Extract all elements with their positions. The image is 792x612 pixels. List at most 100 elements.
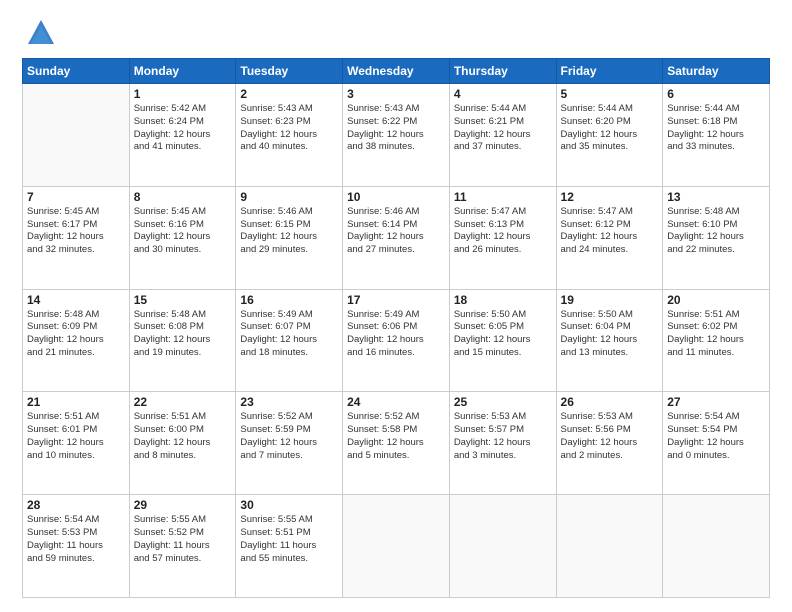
- calendar-cell: 26 Sunrise: 5:53 AM Sunset: 5:56 PM Dayli…: [556, 392, 663, 495]
- logo-icon: [26, 18, 56, 48]
- day-number: 11: [454, 190, 552, 204]
- day-number: 13: [667, 190, 765, 204]
- day-number: 26: [561, 395, 659, 409]
- calendar-cell: 12 Sunrise: 5:47 AM Sunset: 6:12 PM Dayli…: [556, 186, 663, 289]
- day-number: 10: [347, 190, 445, 204]
- calendar-cell: 18 Sunrise: 5:50 AM Sunset: 6:05 PM Dayli…: [449, 289, 556, 392]
- calendar-cell: 6 Sunrise: 5:44 AM Sunset: 6:18 PM Daylig…: [663, 84, 770, 187]
- day-info: Sunrise: 5:51 AM Sunset: 6:01 PM Dayligh…: [27, 411, 125, 462]
- day-number: 12: [561, 190, 659, 204]
- calendar-cell: 30 Sunrise: 5:55 AM Sunset: 5:51 PM Dayli…: [236, 495, 343, 598]
- weekday-header: Thursday: [449, 59, 556, 84]
- calendar-cell: 3Sunrise: 5:43 AM Sunset: 6:22 PM Daylig…: [343, 84, 450, 187]
- calendar-cell: 25 Sunrise: 5:53 AM Sunset: 5:57 PM Dayli…: [449, 392, 556, 495]
- day-info: Sunrise: 5:51 AM Sunset: 6:00 PM Dayligh…: [134, 411, 232, 462]
- day-number: 4: [454, 87, 552, 101]
- day-number: 14: [27, 293, 125, 307]
- calendar-cell: 29Sunrise: 5:55 AM Sunset: 5:52 PM Dayli…: [129, 495, 236, 598]
- calendar-cell: 1 Sunrise: 5:42 AM Sunset: 6:24 PM Daylig…: [129, 84, 236, 187]
- day-info: Sunrise: 5:55 AM Sunset: 5:51 PM Dayligh…: [240, 514, 338, 565]
- day-info: Sunrise: 5:50 AM Sunset: 6:05 PM Dayligh…: [454, 309, 552, 360]
- day-info: Sunrise: 5:55 AM Sunset: 5:52 PM Dayligh…: [134, 514, 232, 565]
- day-info: Sunrise: 5:44 AM Sunset: 6:18 PM Dayligh…: [667, 103, 765, 154]
- day-number: 16: [240, 293, 338, 307]
- weekday-header: Sunday: [23, 59, 130, 84]
- calendar-cell: 20 Sunrise: 5:51 AM Sunset: 6:02 PM Dayli…: [663, 289, 770, 392]
- day-info: Sunrise: 5:42 AM Sunset: 6:24 PM Dayligh…: [134, 103, 232, 154]
- day-info: Sunrise: 5:47 AM Sunset: 6:12 PM Dayligh…: [561, 206, 659, 257]
- calendar-week-row: 21 Sunrise: 5:51 AM Sunset: 6:01 PM Dayli…: [23, 392, 770, 495]
- day-number: 6: [667, 87, 765, 101]
- day-number: 17: [347, 293, 445, 307]
- day-number: 23: [240, 395, 338, 409]
- calendar-cell: [663, 495, 770, 598]
- day-info: Sunrise: 5:44 AM Sunset: 6:21 PM Dayligh…: [454, 103, 552, 154]
- day-info: Sunrise: 5:49 AM Sunset: 6:07 PM Dayligh…: [240, 309, 338, 360]
- day-info: Sunrise: 5:46 AM Sunset: 6:15 PM Dayligh…: [240, 206, 338, 257]
- calendar-cell: 9 Sunrise: 5:46 AM Sunset: 6:15 PM Daylig…: [236, 186, 343, 289]
- day-info: Sunrise: 5:44 AM Sunset: 6:20 PM Dayligh…: [561, 103, 659, 154]
- day-number: 27: [667, 395, 765, 409]
- day-info: Sunrise: 5:43 AM Sunset: 6:22 PM Dayligh…: [347, 103, 445, 154]
- calendar-cell: [343, 495, 450, 598]
- day-number: 5: [561, 87, 659, 101]
- calendar-cell: 16 Sunrise: 5:49 AM Sunset: 6:07 PM Dayli…: [236, 289, 343, 392]
- day-number: 30: [240, 498, 338, 512]
- day-info: Sunrise: 5:43 AM Sunset: 6:23 PM Dayligh…: [240, 103, 338, 154]
- day-number: 24: [347, 395, 445, 409]
- day-info: Sunrise: 5:46 AM Sunset: 6:14 PM Dayligh…: [347, 206, 445, 257]
- day-info: Sunrise: 5:48 AM Sunset: 6:10 PM Dayligh…: [667, 206, 765, 257]
- calendar-header-row: SundayMondayTuesdayWednesdayThursdayFrid…: [23, 59, 770, 84]
- calendar-cell: 22 Sunrise: 5:51 AM Sunset: 6:00 PM Dayli…: [129, 392, 236, 495]
- calendar-cell: 23 Sunrise: 5:52 AM Sunset: 5:59 PM Dayli…: [236, 392, 343, 495]
- calendar-cell: 28 Sunrise: 5:54 AM Sunset: 5:53 PM Dayli…: [23, 495, 130, 598]
- day-info: Sunrise: 5:51 AM Sunset: 6:02 PM Dayligh…: [667, 309, 765, 360]
- calendar-cell: 17 Sunrise: 5:49 AM Sunset: 6:06 PM Dayli…: [343, 289, 450, 392]
- calendar-cell: 4 Sunrise: 5:44 AM Sunset: 6:21 PM Daylig…: [449, 84, 556, 187]
- calendar-week-row: 28 Sunrise: 5:54 AM Sunset: 5:53 PM Dayli…: [23, 495, 770, 598]
- calendar-cell: 10 Sunrise: 5:46 AM Sunset: 6:14 PM Dayli…: [343, 186, 450, 289]
- day-number: 15: [134, 293, 232, 307]
- day-number: 28: [27, 498, 125, 512]
- weekday-header: Wednesday: [343, 59, 450, 84]
- weekday-header: Monday: [129, 59, 236, 84]
- day-info: Sunrise: 5:45 AM Sunset: 6:17 PM Dayligh…: [27, 206, 125, 257]
- day-number: 21: [27, 395, 125, 409]
- day-number: 1: [134, 87, 232, 101]
- day-info: Sunrise: 5:53 AM Sunset: 5:56 PM Dayligh…: [561, 411, 659, 462]
- day-info: Sunrise: 5:49 AM Sunset: 6:06 PM Dayligh…: [347, 309, 445, 360]
- calendar-cell: 7 Sunrise: 5:45 AM Sunset: 6:17 PM Daylig…: [23, 186, 130, 289]
- calendar-week-row: 7 Sunrise: 5:45 AM Sunset: 6:17 PM Daylig…: [23, 186, 770, 289]
- calendar-cell: 2 Sunrise: 5:43 AM Sunset: 6:23 PM Daylig…: [236, 84, 343, 187]
- day-info: Sunrise: 5:45 AM Sunset: 6:16 PM Dayligh…: [134, 206, 232, 257]
- logo: [22, 18, 58, 48]
- day-number: 25: [454, 395, 552, 409]
- day-number: 20: [667, 293, 765, 307]
- day-number: 18: [454, 293, 552, 307]
- calendar-table: SundayMondayTuesdayWednesdayThursdayFrid…: [22, 58, 770, 598]
- weekday-header: Friday: [556, 59, 663, 84]
- calendar-cell: 15Sunrise: 5:48 AM Sunset: 6:08 PM Dayli…: [129, 289, 236, 392]
- day-number: 19: [561, 293, 659, 307]
- day-number: 2: [240, 87, 338, 101]
- calendar-cell: [449, 495, 556, 598]
- calendar-cell: [556, 495, 663, 598]
- day-info: Sunrise: 5:53 AM Sunset: 5:57 PM Dayligh…: [454, 411, 552, 462]
- calendar-cell: 11 Sunrise: 5:47 AM Sunset: 6:13 PM Dayli…: [449, 186, 556, 289]
- page: SundayMondayTuesdayWednesdayThursdayFrid…: [0, 0, 792, 612]
- day-number: 7: [27, 190, 125, 204]
- calendar-cell: 8 Sunrise: 5:45 AM Sunset: 6:16 PM Daylig…: [129, 186, 236, 289]
- day-info: Sunrise: 5:48 AM Sunset: 6:09 PM Dayligh…: [27, 309, 125, 360]
- calendar-cell: 19Sunrise: 5:50 AM Sunset: 6:04 PM Dayli…: [556, 289, 663, 392]
- day-info: Sunrise: 5:52 AM Sunset: 5:59 PM Dayligh…: [240, 411, 338, 462]
- day-number: 9: [240, 190, 338, 204]
- day-info: Sunrise: 5:54 AM Sunset: 5:54 PM Dayligh…: [667, 411, 765, 462]
- day-info: Sunrise: 5:47 AM Sunset: 6:13 PM Dayligh…: [454, 206, 552, 257]
- weekday-header: Saturday: [663, 59, 770, 84]
- day-number: 8: [134, 190, 232, 204]
- calendar-week-row: 14 Sunrise: 5:48 AM Sunset: 6:09 PM Dayli…: [23, 289, 770, 392]
- day-number: 22: [134, 395, 232, 409]
- day-info: Sunrise: 5:54 AM Sunset: 5:53 PM Dayligh…: [27, 514, 125, 565]
- calendar-week-row: 1 Sunrise: 5:42 AM Sunset: 6:24 PM Daylig…: [23, 84, 770, 187]
- calendar-cell: 27 Sunrise: 5:54 AM Sunset: 5:54 PM Dayli…: [663, 392, 770, 495]
